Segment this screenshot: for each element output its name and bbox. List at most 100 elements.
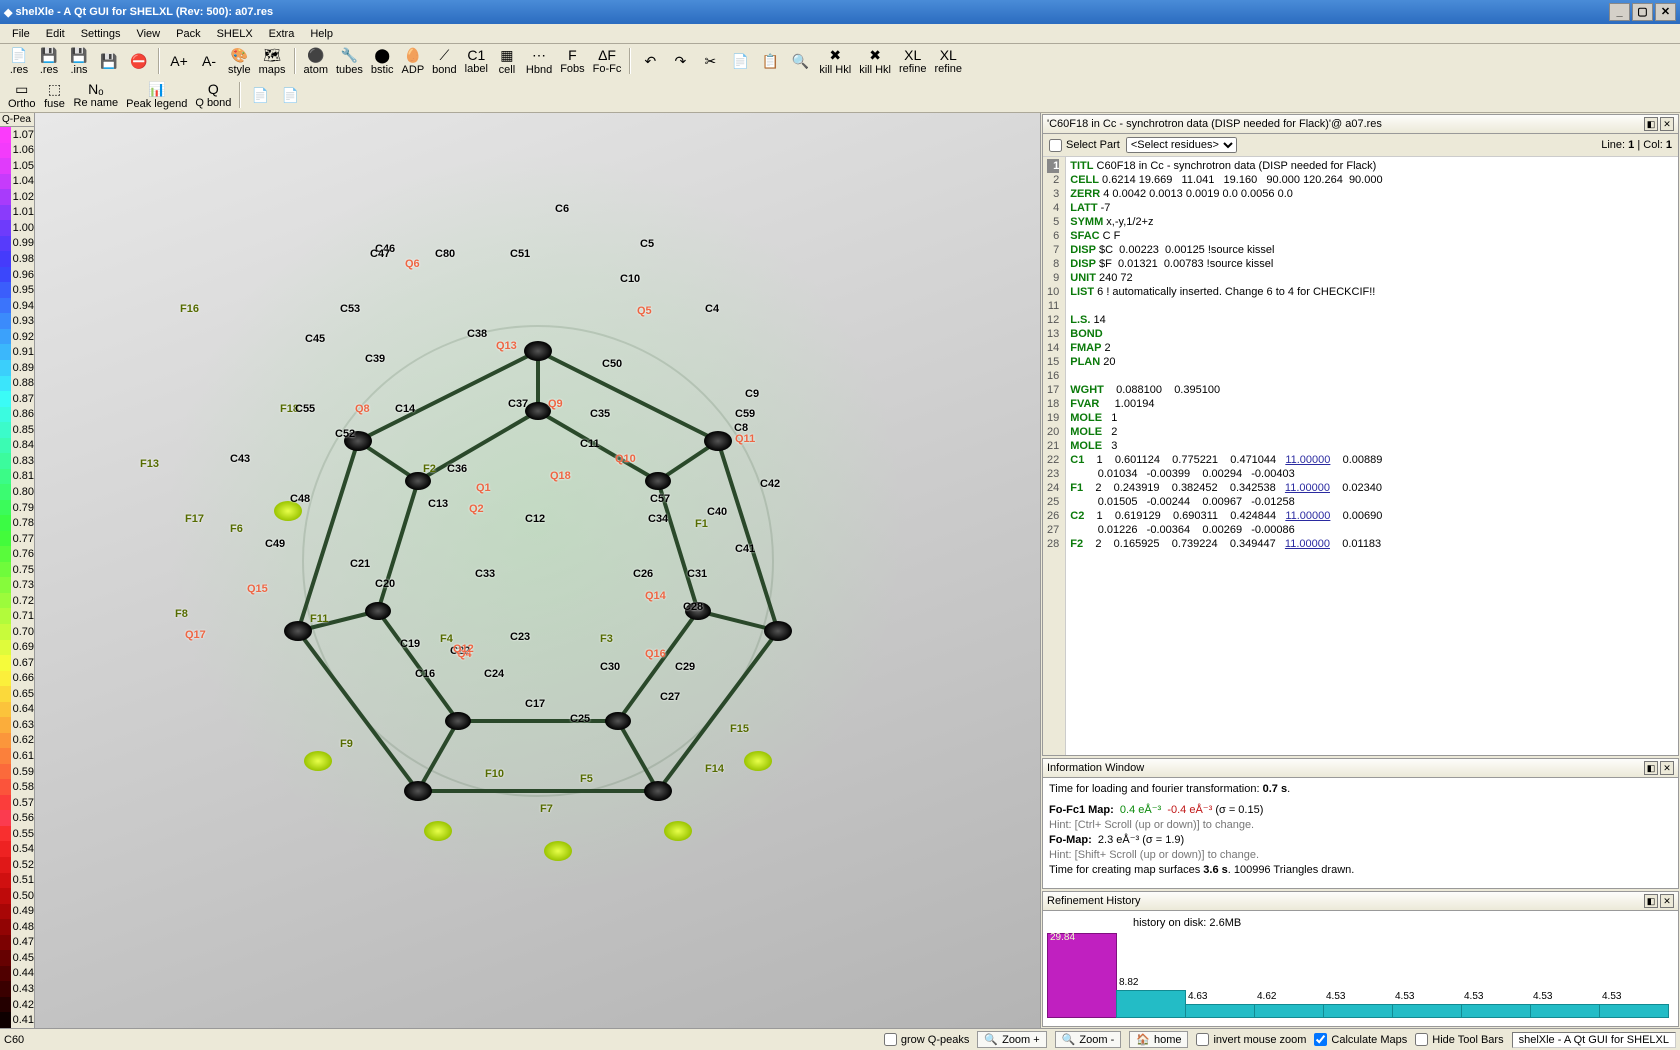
- menu-edit[interactable]: Edit: [38, 26, 73, 42]
- atom-label[interactable]: F6: [230, 523, 243, 535]
- atom-label[interactable]: C29: [675, 661, 695, 673]
- molecule-viewer[interactable]: F16F13F17F6F8F18F11F2F9F10F5F7F4F3F14F15…: [35, 113, 1040, 1028]
- atom-label[interactable]: C57: [650, 493, 670, 505]
- atom-label[interactable]: F4: [440, 633, 453, 645]
- atom-label[interactable]: C49: [265, 538, 285, 550]
- atom-label[interactable]: Q5: [637, 305, 652, 317]
- toolbar-copy-button[interactable]: 📄: [726, 47, 754, 75]
- atom-label[interactable]: C28: [683, 601, 703, 613]
- atom-label[interactable]: C53: [340, 303, 360, 315]
- invert-zoom-check[interactable]: invert mouse zoom: [1196, 1033, 1306, 1046]
- atom-label[interactable]: Q10: [615, 453, 636, 465]
- atom-label[interactable]: C37: [508, 398, 528, 410]
- toolbar-fuse-button[interactable]: ⬚fuse: [41, 81, 69, 109]
- history-close-button[interactable]: ✕: [1660, 894, 1674, 908]
- toolbar-atom-button[interactable]: ⚫atom: [301, 47, 331, 75]
- atom-label[interactable]: C41: [735, 543, 755, 555]
- history-body[interactable]: history on disk: 2.6MB 29.848.824.634.62…: [1043, 911, 1678, 1026]
- toolbar-paste-button[interactable]: 📋: [756, 47, 784, 75]
- toolbar-killhkl2-button[interactable]: ✖kill Hkl: [856, 47, 894, 75]
- menu-settings[interactable]: Settings: [73, 26, 129, 42]
- atom-label[interactable]: F7: [540, 803, 553, 815]
- toolbar-hbond-button[interactable]: ⋯Hbnd: [523, 47, 555, 75]
- atom-label[interactable]: F14: [705, 763, 724, 775]
- history-bar[interactable]: 4.62: [1254, 1004, 1324, 1018]
- atom-label[interactable]: C13: [428, 498, 448, 510]
- calc-maps-check[interactable]: Calculate Maps: [1314, 1033, 1407, 1046]
- toolbar-close-button[interactable]: ⛔: [125, 47, 153, 75]
- code-editor[interactable]: 1234567891011121314151617181920212223242…: [1043, 157, 1678, 755]
- atom-label[interactable]: C26: [633, 568, 653, 580]
- atom-label[interactable]: C39: [365, 353, 385, 365]
- toolbar-bond-button[interactable]: ⟋bond: [429, 47, 459, 75]
- atom-label[interactable]: F13: [140, 458, 159, 470]
- toolbar-undo-button[interactable]: ↶: [636, 47, 664, 75]
- toolbar-ortho-button[interactable]: ▭Ortho: [5, 81, 39, 109]
- toolbar-save-ins-button[interactable]: 💾.ins: [65, 47, 93, 75]
- atom-label[interactable]: C51: [510, 248, 530, 260]
- atom-label[interactable]: C14: [395, 403, 415, 415]
- atom-label[interactable]: F9: [340, 738, 353, 750]
- atom-label[interactable]: C12: [525, 513, 545, 525]
- atom-label[interactable]: Q15: [247, 583, 268, 595]
- history-bar[interactable]: 4.53: [1392, 1004, 1462, 1018]
- atom-label[interactable]: C23: [510, 631, 530, 643]
- history-bar[interactable]: 29.84: [1047, 933, 1117, 1018]
- atom-label[interactable]: C42: [760, 478, 780, 490]
- editor-undock-button[interactable]: ◧: [1644, 117, 1658, 131]
- atom-label[interactable]: Q12: [453, 643, 474, 655]
- atom-label[interactable]: C38: [467, 328, 487, 340]
- toolbar-open-button[interactable]: 📄.res: [5, 47, 33, 75]
- toolbar-qbond-button[interactable]: QQ bond: [192, 81, 234, 109]
- atom-label[interactable]: C16: [415, 668, 435, 680]
- zoom-minus-button[interactable]: 🔍 Zoom -: [1055, 1031, 1122, 1048]
- atom-label[interactable]: Q16: [645, 648, 666, 660]
- atom-label[interactable]: C5: [640, 238, 654, 250]
- atom-label[interactable]: Q11: [735, 433, 755, 445]
- history-bars[interactable]: 29.848.824.634.624.534.534.534.534.53: [1047, 933, 1674, 1018]
- menu-extra[interactable]: Extra: [261, 26, 303, 42]
- atom-label[interactable]: C33: [475, 568, 495, 580]
- atom-label[interactable]: F16: [180, 303, 199, 315]
- toolbar-peak-legend-button[interactable]: 📊Peak legend: [123, 81, 190, 109]
- atom-label[interactable]: Q18: [550, 470, 571, 482]
- editor-code[interactable]: TITL C60F18 in Cc - synchrotron data (DI…: [1066, 157, 1386, 755]
- atom-label[interactable]: Q17: [185, 629, 206, 641]
- menu-help[interactable]: Help: [302, 26, 341, 42]
- atom-label[interactable]: Q2: [469, 503, 484, 515]
- editor-close-button[interactable]: ✕: [1660, 117, 1674, 131]
- atom-label[interactable]: C36: [447, 463, 467, 475]
- atom-label[interactable]: C20: [375, 578, 395, 590]
- atom-label[interactable]: C52: [335, 428, 355, 440]
- toolbar-killhkl1-button[interactable]: ✖kill Hkl: [816, 47, 854, 75]
- menu-shelx[interactable]: SHELX: [209, 26, 261, 42]
- toolbar-new-sheet2-button[interactable]: 📄: [276, 81, 304, 109]
- close-button[interactable]: ✕: [1655, 3, 1676, 21]
- atom-label[interactable]: C4: [705, 303, 719, 315]
- atom-label[interactable]: C80: [435, 248, 455, 260]
- toolbar-bstic-button[interactable]: ⬤bstic: [368, 47, 397, 75]
- toolbar-tubes-button[interactable]: 🔧tubes: [333, 47, 366, 75]
- atom-label[interactable]: C35: [590, 408, 610, 420]
- atom-label[interactable]: C47: [370, 248, 390, 260]
- atom-label[interactable]: C31: [687, 568, 707, 580]
- atom-label[interactable]: C9: [745, 388, 759, 400]
- atom-label[interactable]: C43: [230, 453, 250, 465]
- atom-label[interactable]: C27: [660, 691, 680, 703]
- toolbar-save-res-button[interactable]: 💾.res: [35, 47, 63, 75]
- toolbar-xlrefine-button[interactable]: XLrefine: [896, 47, 930, 75]
- select-part-checkbox[interactable]: [1049, 139, 1062, 152]
- atom-label[interactable]: C17: [525, 698, 545, 710]
- toolbar-adp-button[interactable]: 🥚ADP: [399, 47, 428, 75]
- atom-label[interactable]: C45: [305, 333, 325, 345]
- history-bar[interactable]: 8.82: [1116, 990, 1186, 1018]
- toolbar-font-aminus-button[interactable]: A-: [195, 47, 223, 75]
- toolbar-xlrefine2-button[interactable]: XLrefine: [932, 47, 966, 75]
- toolbar-rename-button[interactable]: NₒRe name: [71, 81, 122, 109]
- atom-label[interactable]: C25: [570, 713, 590, 725]
- atom-label[interactable]: Q1: [476, 482, 491, 494]
- history-bar[interactable]: 4.53: [1461, 1004, 1531, 1018]
- toolbar-fobs-button[interactable]: FFobs: [557, 47, 587, 75]
- atom-label[interactable]: C10: [620, 273, 640, 285]
- maximize-button[interactable]: ▢: [1632, 3, 1653, 21]
